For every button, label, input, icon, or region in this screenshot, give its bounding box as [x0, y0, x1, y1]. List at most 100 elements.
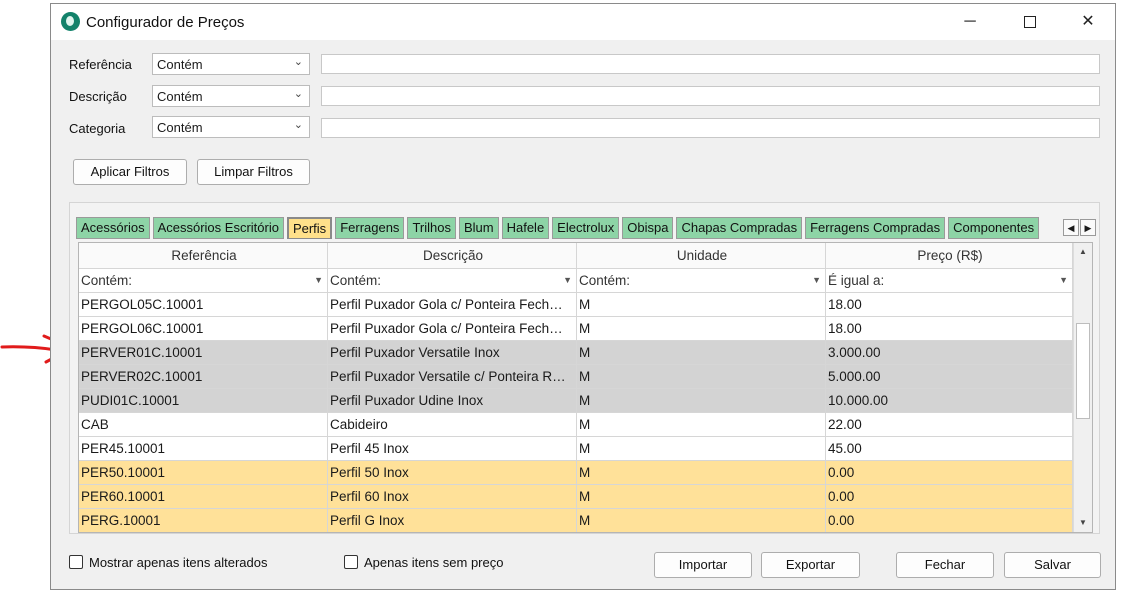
- tab-acessorios[interactable]: Acessórios: [76, 217, 150, 239]
- table-row[interactable]: PERVER02C.10001 Perfil Puxador Versatile…: [79, 365, 1073, 389]
- import-button[interactable]: Importar: [654, 552, 752, 578]
- cell-unidade[interactable]: M: [577, 365, 826, 389]
- cell-unidade[interactable]: M: [577, 509, 826, 532]
- tab-scroll-right-button[interactable]: ▶: [1080, 219, 1096, 236]
- cell-descricao[interactable]: Perfil Puxador Versatile c/ Ponteira R…: [328, 365, 577, 389]
- cell-preco[interactable]: 18.00: [826, 317, 1073, 341]
- cell-unidade[interactable]: M: [577, 461, 826, 485]
- cell-preco[interactable]: 3.000.00: [826, 341, 1073, 365]
- cell-referencia[interactable]: PERGOL06C.10001: [79, 317, 328, 341]
- table-row[interactable]: PERGOL05C.10001 Perfil Puxador Gola c/ P…: [79, 293, 1073, 317]
- checkbox-box[interactable]: [69, 555, 83, 569]
- cell-preco[interactable]: 45.00: [826, 437, 1073, 461]
- cell-descricao[interactable]: Perfil Puxador Udine Inox: [328, 389, 577, 413]
- close-button[interactable]: Fechar: [896, 552, 994, 578]
- column-filter-descricao[interactable]: Contém: ▼: [328, 269, 577, 293]
- cell-unidade[interactable]: M: [577, 293, 826, 317]
- cell-unidade[interactable]: M: [577, 341, 826, 365]
- tab-perfis[interactable]: Perfis: [286, 217, 333, 239]
- cell-descricao[interactable]: Perfil 45 Inox: [328, 437, 577, 461]
- cell-preco[interactable]: 18.00: [826, 293, 1073, 317]
- cell-preco[interactable]: 22.00: [826, 413, 1073, 437]
- column-filter-referencia[interactable]: Contém: ▼: [79, 269, 328, 293]
- cell-preco[interactable]: 0.00: [826, 461, 1073, 485]
- tab-blum[interactable]: Blum: [458, 217, 499, 239]
- cell-unidade[interactable]: M: [577, 437, 826, 461]
- table-row[interactable]: PUDI01C.10001 Perfil Puxador Udine Inox …: [79, 389, 1073, 413]
- table-row[interactable]: PERGOL06C.10001 Perfil Puxador Gola c/ P…: [79, 317, 1073, 341]
- cell-preco[interactable]: 0.00: [826, 509, 1073, 532]
- apply-filters-button[interactable]: Aplicar Filtros: [73, 159, 187, 185]
- cell-descricao[interactable]: Perfil Puxador Gola c/ Ponteira Fech…: [328, 317, 577, 341]
- tab-ferragens-compradas[interactable]: Ferragens Compradas: [805, 217, 946, 239]
- cell-referencia[interactable]: PERGOL05C.10001: [79, 293, 328, 317]
- cell-descricao[interactable]: Perfil 50 Inox: [328, 461, 577, 485]
- cell-referencia[interactable]: PERG.10001: [79, 509, 328, 532]
- app-logo-icon: [61, 12, 80, 31]
- cell-unidade[interactable]: M: [577, 413, 826, 437]
- cell-referencia[interactable]: PER50.10001: [79, 461, 328, 485]
- column-header-preco[interactable]: Preço (R$): [826, 243, 1073, 269]
- export-button[interactable]: Exportar: [761, 552, 860, 578]
- tab-obispa[interactable]: Obispa: [622, 217, 674, 239]
- cell-preco[interactable]: 10.000.00: [826, 389, 1073, 413]
- save-button[interactable]: Salvar: [1004, 552, 1101, 578]
- filter-input-descricao[interactable]: [321, 86, 1100, 106]
- tab-electrolux[interactable]: Electrolux: [552, 217, 620, 239]
- tab-scroll-left-button[interactable]: ◀: [1063, 219, 1079, 236]
- filter-input-referencia[interactable]: [321, 54, 1100, 74]
- title-bar: Configurador de Preços ─ ✕: [51, 4, 1115, 40]
- scroll-down-button[interactable]: ▼: [1074, 514, 1092, 532]
- cell-descricao[interactable]: Perfil G Inox: [328, 509, 577, 532]
- scroll-up-button[interactable]: ▲: [1074, 243, 1092, 261]
- scrollbar-thumb[interactable]: [1076, 323, 1090, 419]
- cell-referencia[interactable]: PUDI01C.10001: [79, 389, 328, 413]
- category-tabs: Acessórios Acessórios Escritório Perfis Fer…: [76, 217, 1061, 239]
- table-row[interactable]: PERVER01C.10001 Perfil Puxador Versatile…: [79, 341, 1073, 365]
- cell-descricao[interactable]: Perfil Puxador Gola c/ Ponteira Fech…: [328, 293, 577, 317]
- column-filter-unidade[interactable]: Contém: ▼: [577, 269, 826, 293]
- close-window-button[interactable]: ✕: [1059, 4, 1117, 40]
- cell-preco[interactable]: 5.000.00: [826, 365, 1073, 389]
- funnel-icon[interactable]: ▼: [563, 269, 572, 292]
- funnel-icon[interactable]: ▼: [314, 269, 323, 292]
- cell-referencia[interactable]: CAB: [79, 413, 328, 437]
- table-row[interactable]: CAB Cabideiro M 22.00: [79, 413, 1073, 437]
- tab-acessorios-escritorio[interactable]: Acessórios Escritório: [152, 217, 284, 239]
- tab-componentes[interactable]: Componentes: [948, 217, 1040, 239]
- cell-unidade[interactable]: M: [577, 389, 826, 413]
- cell-unidade[interactable]: M: [577, 317, 826, 341]
- filter-input-categoria[interactable]: [321, 118, 1100, 138]
- column-header-descricao[interactable]: Descrição: [328, 243, 577, 269]
- table-row[interactable]: PER50.10001 Perfil 50 Inox M 0.00: [79, 461, 1073, 485]
- table-row[interactable]: PER60.10001 Perfil 60 Inox M 0.00: [79, 485, 1073, 509]
- filter-operator-categoria[interactable]: Contém ⌄: [152, 116, 310, 138]
- filter-operator-descricao[interactable]: Contém ⌄: [152, 85, 310, 107]
- cell-referencia[interactable]: PER45.10001: [79, 437, 328, 461]
- column-filter-preco[interactable]: É igual a: ▼: [826, 269, 1073, 293]
- cell-referencia[interactable]: PER60.10001: [79, 485, 328, 509]
- tab-ferragens[interactable]: Ferragens: [335, 217, 405, 239]
- maximize-button[interactable]: [1001, 4, 1059, 40]
- tab-hafele[interactable]: Hafele: [501, 217, 550, 239]
- table-row[interactable]: PERG.10001 Perfil G Inox M 0.00: [79, 509, 1073, 532]
- funnel-icon[interactable]: ▼: [1059, 269, 1068, 292]
- cell-descricao[interactable]: Cabideiro: [328, 413, 577, 437]
- grid-vertical-scrollbar[interactable]: ▲ ▼: [1073, 243, 1092, 532]
- cell-referencia[interactable]: PERVER01C.10001: [79, 341, 328, 365]
- column-header-unidade[interactable]: Unidade: [577, 243, 826, 269]
- tab-trilhos[interactable]: Trilhos: [407, 217, 456, 239]
- cell-unidade[interactable]: M: [577, 485, 826, 509]
- cell-descricao[interactable]: Perfil Puxador Versatile Inox: [328, 341, 577, 365]
- checkbox-box[interactable]: [344, 555, 358, 569]
- cell-referencia[interactable]: PERVER02C.10001: [79, 365, 328, 389]
- column-header-referencia[interactable]: Referência: [79, 243, 328, 269]
- cell-preco[interactable]: 0.00: [826, 485, 1073, 509]
- table-row[interactable]: PER45.10001 Perfil 45 Inox M 45.00: [79, 437, 1073, 461]
- filter-operator-referencia[interactable]: Contém ⌄: [152, 53, 310, 75]
- funnel-icon[interactable]: ▼: [812, 269, 821, 292]
- cell-descricao[interactable]: Perfil 60 Inox: [328, 485, 577, 509]
- tab-chapas-compradas[interactable]: Chapas Compradas: [676, 217, 803, 239]
- minimize-button[interactable]: ─: [941, 4, 999, 40]
- clear-filters-button[interactable]: Limpar Filtros: [197, 159, 310, 185]
